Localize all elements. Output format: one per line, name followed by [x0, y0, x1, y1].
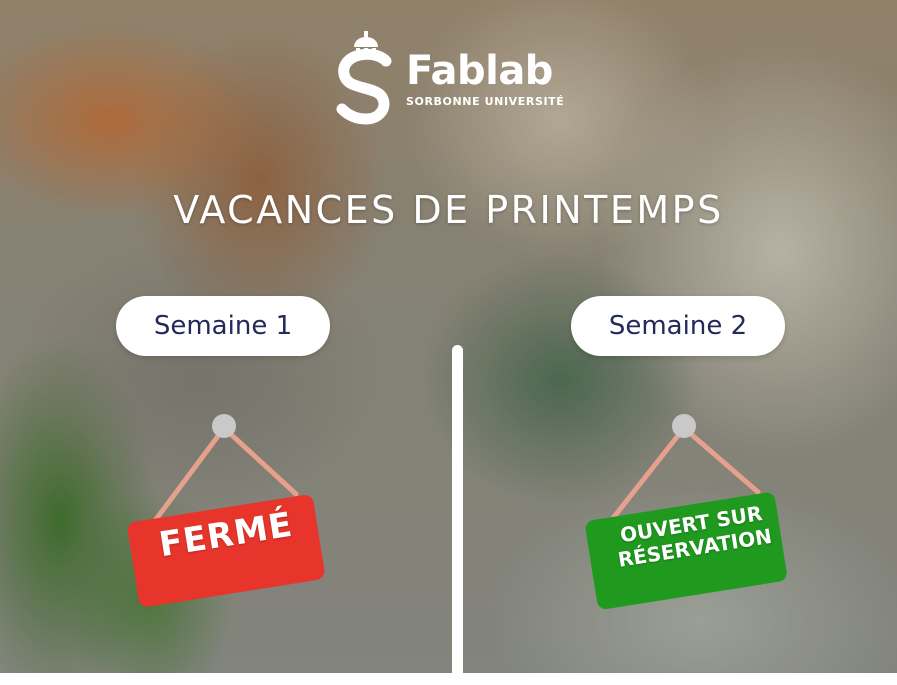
headline: VACANCES DE PRINTEMPS	[173, 188, 724, 232]
nail-icon	[672, 414, 696, 438]
week-2-label: Semaine 2	[571, 296, 785, 356]
fablab-logo: Fablab SORBONNE UNIVERSITÉ	[336, 28, 586, 128]
brand-name: Fablab	[406, 47, 553, 94]
week-1-label: Semaine 1	[116, 296, 330, 356]
center-divider	[452, 345, 463, 685]
sorbonne-s-logo-icon	[336, 31, 392, 125]
brand-subtitle: SORBONNE UNIVERSITÉ	[406, 94, 565, 108]
nail-icon	[212, 414, 236, 438]
